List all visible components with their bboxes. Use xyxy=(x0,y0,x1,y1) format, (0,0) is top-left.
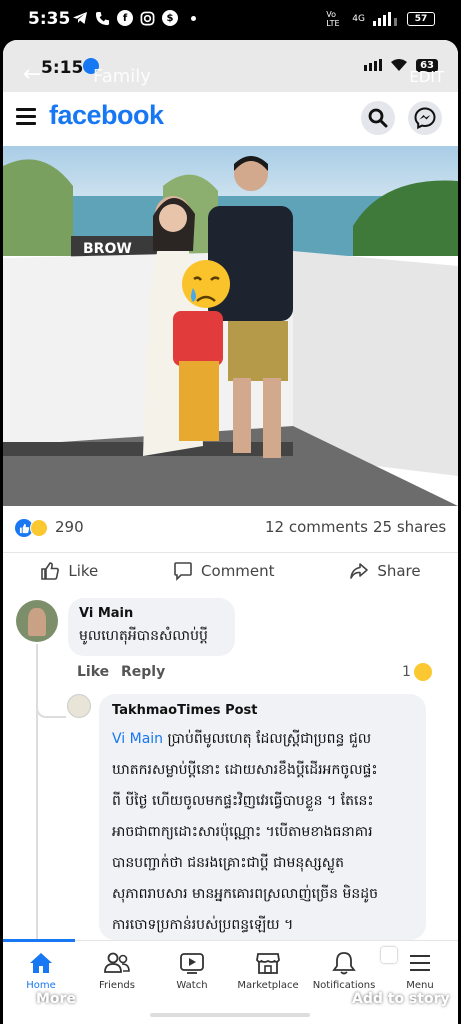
comment-button[interactable]: Comment xyxy=(173,561,275,581)
reply-text: Vi Main ប្រាប់ពីមូលហេតុ ដែលស្ត្រីជាប្រពន… xyxy=(112,724,420,941)
reply-line-1: Vi Main ប្រាប់ពីមូលហេតុ ដែលស្ត្រីជាប្រពន… xyxy=(112,731,372,747)
status-right: Vo LTE 4G 57 xyxy=(326,10,435,28)
comment-text: មូលហេតុអីបានសំលាប់ប្ដី xyxy=(79,628,208,644)
marketplace-icon xyxy=(256,953,280,974)
menu-icon xyxy=(410,955,430,971)
add-to-story-button[interactable]: Add to story xyxy=(352,991,450,1007)
reply-mention[interactable]: Vi Main xyxy=(112,731,163,747)
haha-reaction-icon[interactable] xyxy=(414,663,432,681)
reply-line-6: សុភាពរាបសារ មានអ្នកគោរពស្រលាញ់ច្រើន មិនដ… xyxy=(112,886,379,902)
status-bar: 5:35 f $ Vo LTE 4G 57 xyxy=(0,0,461,40)
more-notifications-dot xyxy=(191,15,196,21)
comment-reply-button[interactable]: Reply xyxy=(121,664,165,680)
share-icon xyxy=(350,562,369,579)
battery-icon: 57 xyxy=(407,12,435,26)
like-button[interactable]: Like xyxy=(40,561,98,581)
messenger-icon xyxy=(414,107,436,129)
active-tab-indicator xyxy=(3,939,75,942)
nav-marketplace[interactable]: Marketplace xyxy=(228,951,308,991)
reply-line-7: ការចោទប្រកាន់របស់ប្រពន្ធឡើយ ។ xyxy=(112,917,294,933)
story-edit-button[interactable]: EDIT xyxy=(409,68,444,86)
nav-notifications[interactable]: Notifications xyxy=(304,951,384,991)
nav-marketplace-label: Marketplace xyxy=(237,980,299,991)
reply-line-5: បានបញ្ជាក់ថា ជនរងគ្រោះជាប្ដី ជាមនុស្សស្ល… xyxy=(112,855,344,871)
nav-watch[interactable]: Watch xyxy=(152,951,232,991)
thread-line xyxy=(36,644,38,944)
story-title: Family xyxy=(93,66,151,87)
nav-home[interactable]: Home xyxy=(3,951,81,991)
sad-reaction-icon[interactable] xyxy=(30,519,48,537)
comment-bubble: Vi Main មូលហេតុអីបានសំលាប់ប្ដី xyxy=(68,598,235,656)
signal-icon xyxy=(373,12,397,26)
inner-status-bar: 5:15 ← Family 63 EDIT xyxy=(3,40,458,92)
comments-count[interactable]: 12 comments xyxy=(265,518,368,536)
photo-illustration: BROW xyxy=(3,146,458,506)
nav-watch-label: Watch xyxy=(176,980,208,991)
nav-friends-label: Friends xyxy=(99,980,135,991)
instagram-icon xyxy=(140,11,155,25)
avatar[interactable] xyxy=(16,600,58,642)
status-time: 5:35 xyxy=(28,9,71,29)
nav-friends[interactable]: Friends xyxy=(77,951,157,991)
facebook-logo: facebook xyxy=(49,100,164,130)
friends-icon xyxy=(104,952,130,973)
home-indicator xyxy=(150,1013,310,1017)
facebook-icon: f xyxy=(117,10,133,26)
bell-icon xyxy=(332,952,356,975)
reply-line-4: អាចជាពាក្យដោះសារប៉ុណ្ណោះ ។បើតាមខាងធនាគារ xyxy=(112,824,373,840)
reply-bubble: TakhmaoTimes Post Vi Main ប្រាប់ពីមូលហេត… xyxy=(99,694,426,940)
thumbs-up-icon xyxy=(41,561,60,580)
call-icon xyxy=(95,11,110,25)
notification-icons: f $ xyxy=(72,10,196,26)
comment-icon xyxy=(174,561,192,581)
app-header: facebook xyxy=(3,92,458,144)
reply-author[interactable]: TakhmaoTimes Post xyxy=(112,703,257,718)
money-icon: $ xyxy=(162,10,178,26)
shares-count[interactable]: 25 shares xyxy=(373,518,446,536)
hamburger-menu-icon[interactable] xyxy=(16,108,36,129)
search-button[interactable] xyxy=(361,101,395,135)
reply-line-3: ពី បីថ្ងៃ ហើយចូលមកផ្ទះវិញវេរធ្វើបាបខ្លួន… xyxy=(112,793,374,809)
add-to-story-icon[interactable] xyxy=(381,947,397,963)
nav-home-label: Home xyxy=(26,980,56,991)
screenshot-card: 5:15 ← Family 63 EDIT facebook BROW 290 … xyxy=(3,40,458,1024)
back-arrow-icon[interactable]: ← xyxy=(23,62,41,87)
dots-icon xyxy=(364,59,383,71)
share-label: Share xyxy=(377,561,421,580)
reaction-count[interactable]: 290 xyxy=(55,518,84,536)
share-button[interactable]: Share xyxy=(349,561,421,581)
story-more-button[interactable]: More xyxy=(36,991,76,1007)
comment-like-button[interactable]: Like xyxy=(77,664,109,680)
reply-line-2: ឃាតករសម្លាប់ប្ដីនោះ ដោយសារខឹងប្ដីដើរអកចូ… xyxy=(112,762,378,778)
photo-sign-text: BROW xyxy=(83,241,132,257)
search-icon xyxy=(368,108,388,128)
post-actions: Like Comment Share xyxy=(3,552,458,588)
screen: 5:35 f $ Vo LTE 4G 57 5:15 ← Family 63 E… xyxy=(0,0,461,1024)
network-type: 4G xyxy=(352,14,365,24)
bottom-nav: Home Friends Watch Marketplace Notificat… xyxy=(3,939,458,1024)
reply-avatar[interactable] xyxy=(67,694,91,718)
telegram-icon xyxy=(73,12,87,24)
inner-time: 5:15 xyxy=(41,58,84,78)
comment-reaction-count[interactable]: 1 xyxy=(402,664,411,680)
nav-menu-label: Menu xyxy=(406,980,434,991)
home-icon xyxy=(30,953,52,973)
comment-author[interactable]: Vi Main xyxy=(79,606,133,621)
post-reactions-row: 290 12 comments 25 shares xyxy=(3,514,458,544)
volte-label: Vo LTE xyxy=(326,10,340,28)
post-photo[interactable]: BROW xyxy=(3,146,458,506)
comment-label: Comment xyxy=(201,561,275,580)
watch-icon xyxy=(180,953,204,974)
messenger-button[interactable] xyxy=(408,101,442,135)
like-label: Like xyxy=(68,561,99,580)
thread-branch xyxy=(36,704,66,718)
nav-notifications-label: Notifications xyxy=(312,980,376,991)
wifi-icon xyxy=(391,59,408,71)
